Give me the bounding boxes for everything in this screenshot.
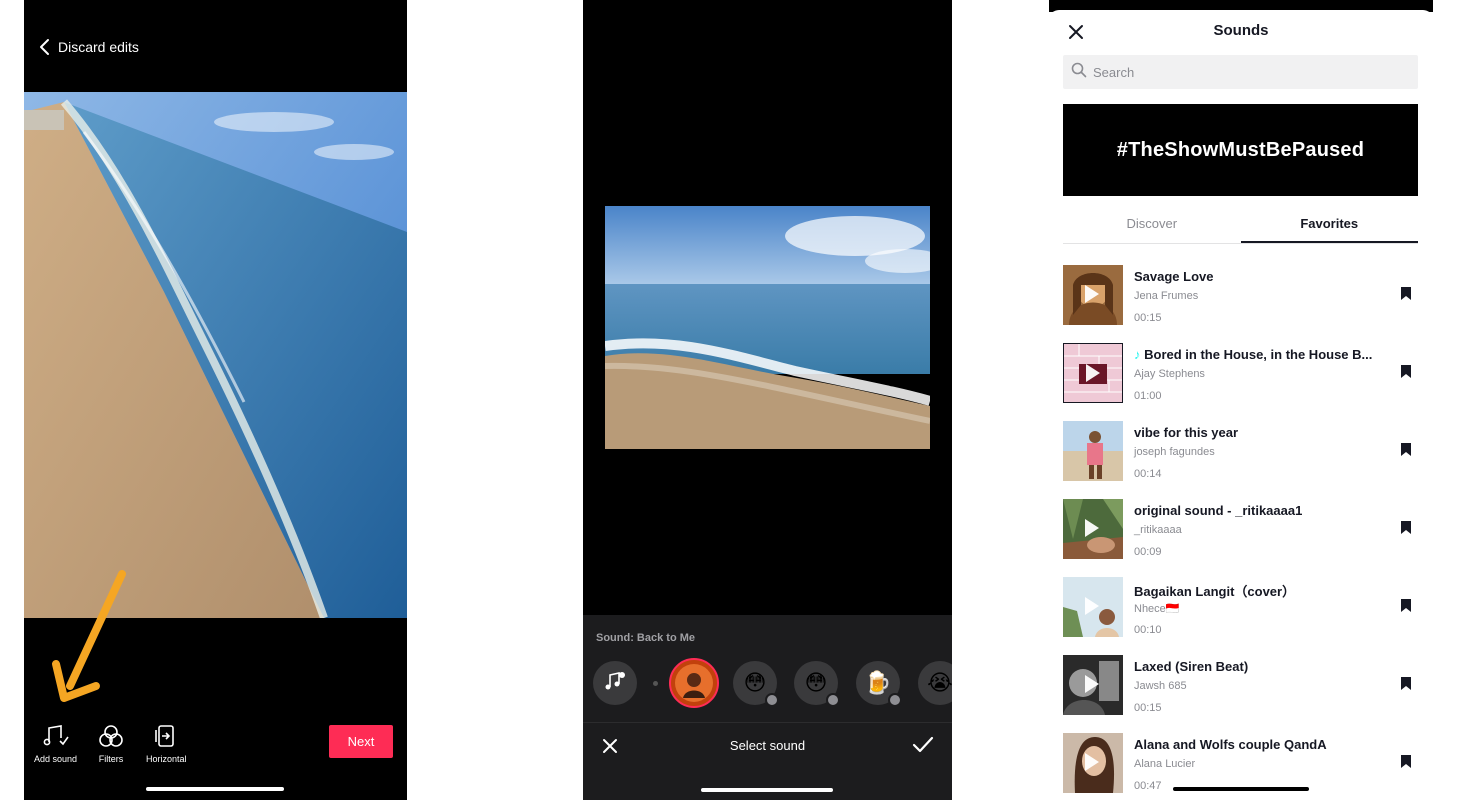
sound-thumbnail	[1063, 421, 1123, 481]
play-icon	[1085, 597, 1099, 615]
hashtag-banner[interactable]: #TheShowMustBePaused	[1063, 104, 1418, 196]
bookmark-icon[interactable]	[1400, 286, 1412, 306]
play-icon	[1086, 364, 1100, 382]
filters-label: Filters	[98, 754, 124, 764]
editor-top-bar: Discard edits	[24, 0, 407, 92]
sound-duration: 01:00	[1134, 390, 1162, 402]
search-bar[interactable]	[1063, 55, 1418, 89]
sound-list-item[interactable]: ♪ Bored in the House, in the House B... …	[1063, 343, 1418, 403]
sound-title: original sound - _ritikaaaa1	[1134, 503, 1303, 518]
chevron-left-icon	[38, 38, 50, 56]
bookmark-icon[interactable]	[1400, 520, 1412, 540]
annotation-arrow-icon	[52, 570, 126, 702]
select-sound-screen: Sound: Back to Me 😳 😳 🍺 😭 Select sound	[583, 0, 952, 800]
bookmark-icon[interactable]	[1400, 754, 1412, 774]
sound-title: Laxed (Siren Beat)	[1134, 659, 1249, 674]
sound-list-item[interactable]: Laxed (Siren Beat) Jawsh 685 00:15	[1063, 655, 1418, 715]
checkmark-icon	[912, 736, 934, 759]
tab-discover[interactable]: Discover	[1063, 206, 1241, 243]
sound-list-item[interactable]: Savage Love Jena Frumes 00:15	[1063, 265, 1418, 325]
bookmark-icon[interactable]	[1400, 442, 1412, 462]
music-note-icon	[43, 724, 69, 748]
sound-option-sunglasses[interactable]: 😳	[733, 661, 779, 707]
video-editor-screen: Discard edits Add sound Filters Horizont…	[24, 0, 407, 800]
tiktok-note-icon: ♪	[1134, 347, 1141, 362]
sound-list-item[interactable]: Bagaikan Langit（cover） Nhece🇮🇩 00:10	[1063, 577, 1418, 637]
sound-title: vibe for this year	[1134, 425, 1239, 440]
bookmark-icon[interactable]	[1400, 676, 1412, 696]
sound-thumbnail	[1063, 577, 1123, 637]
sounds-title: Sounds	[1213, 22, 1269, 39]
sounds-screen: Sounds #TheShowMustBePaused Discover Fav…	[1049, 0, 1433, 800]
play-icon	[1085, 519, 1099, 537]
sound-duration: 00:14	[1134, 468, 1162, 480]
sound-duration: 00:10	[1134, 624, 1162, 636]
discard-edits-button[interactable]: Discard edits	[38, 38, 139, 56]
sound-thumbnail	[1063, 265, 1123, 325]
home-indicator	[701, 788, 833, 792]
sounds-tabs: Discover Favorites	[1063, 206, 1418, 244]
sound-artist: Jena Frumes	[1134, 290, 1199, 302]
sound-list-item[interactable]: vibe for this year joseph fagundes 00:14	[1063, 421, 1418, 481]
play-icon	[1085, 753, 1099, 771]
sound-artist: Jawsh 685	[1134, 680, 1187, 692]
sound-duration: 00:15	[1134, 702, 1162, 714]
sound-artist: Nhece🇮🇩	[1134, 603, 1180, 615]
music-library-icon	[604, 670, 626, 697]
separator-dot	[653, 681, 658, 686]
sound-list-item[interactable]: Alana and Wolfs couple QandA Alana Lucie…	[1063, 733, 1418, 793]
confirm-button[interactable]	[912, 735, 934, 760]
discard-edits-label: Discard edits	[58, 39, 139, 55]
sound-title: Savage Love	[1134, 269, 1214, 284]
sound-avatar-selected[interactable]	[669, 658, 719, 708]
sound-avatar	[675, 664, 713, 702]
sound-duration: 00:15	[1134, 312, 1162, 324]
sea-photo-preview	[605, 206, 930, 449]
next-button[interactable]: Next	[329, 725, 393, 758]
horizontal-button[interactable]: Horizontal	[146, 724, 187, 764]
add-sound-label: Add sound	[34, 754, 78, 764]
sound-artist: Alana Lucier	[1134, 758, 1196, 770]
current-sound-label: Sound: Back to Me	[596, 632, 696, 644]
select-sound-title: Select sound	[729, 738, 806, 753]
sound-thumbnail	[1063, 343, 1123, 403]
sound-thumbnail	[1063, 655, 1123, 715]
sound-thumbnail	[1063, 733, 1123, 793]
sunglasses-emoji-icon: 😳	[743, 670, 767, 695]
sound-option-glasses[interactable]: 😳	[794, 661, 840, 707]
crying-emoji-icon: 😭	[927, 670, 952, 695]
filters-icon	[98, 724, 124, 748]
add-sound-button[interactable]: Add sound	[34, 724, 77, 764]
horizontal-icon	[153, 724, 179, 748]
play-icon	[1085, 675, 1099, 693]
sound-artist: Ajay Stephens	[1134, 368, 1205, 380]
sound-option-beer[interactable]: 🍺	[856, 661, 902, 707]
music-library-button[interactable]	[593, 661, 637, 705]
sound-title: Alana and Wolfs couple QandA	[1134, 737, 1327, 752]
bookmark-icon[interactable]	[1400, 598, 1412, 618]
sound-thumbnail	[1063, 499, 1123, 559]
sound-list-item[interactable]: original sound - _ritikaaaa1 _ritikaaaa …	[1063, 499, 1418, 559]
home-indicator	[1173, 787, 1309, 791]
glasses-emoji-icon: 😳	[804, 670, 828, 695]
beach-photo-preview	[24, 92, 407, 618]
sheet-divider	[583, 722, 952, 723]
beer-emoji-icon: 🍺	[864, 670, 892, 695]
horizontal-label: Horizontal	[146, 754, 187, 764]
home-indicator	[146, 787, 284, 791]
tab-favorites[interactable]: Favorites	[1240, 206, 1418, 243]
sound-artist: joseph fagundes	[1134, 446, 1215, 458]
search-input[interactable]	[1093, 64, 1393, 80]
sound-duration: 00:47	[1134, 780, 1162, 792]
sound-artist: _ritikaaaa	[1134, 524, 1182, 536]
bookmark-icon[interactable]	[1400, 364, 1412, 384]
sound-duration: 00:09	[1134, 546, 1162, 558]
search-icon	[1071, 62, 1087, 83]
filters-button[interactable]: Filters	[98, 724, 124, 764]
play-icon	[1085, 285, 1099, 303]
sound-title: Bagaikan Langit（cover）	[1134, 584, 1296, 599]
sound-title: ♪ Bored in the House, in the House B...	[1134, 347, 1373, 362]
